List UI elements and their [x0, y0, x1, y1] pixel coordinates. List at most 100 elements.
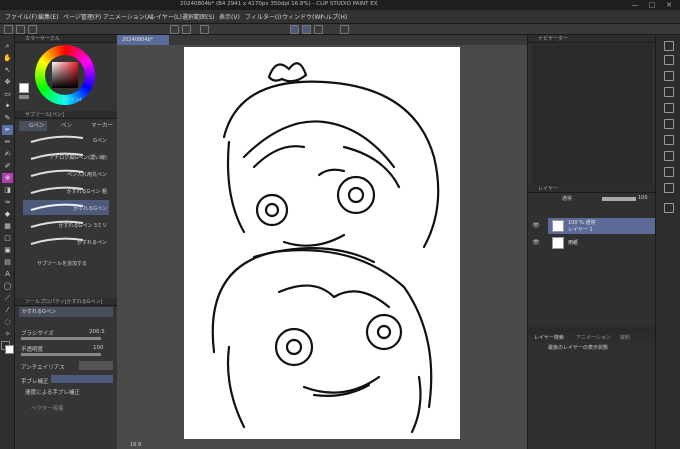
layer-row[interactable]: 用紙 — [548, 235, 656, 251]
brush-item-selected[interactable]: かすれるGペン — [23, 200, 109, 215]
snap-grid-icon[interactable] — [302, 25, 311, 34]
selection-tool-icon[interactable]: ▭ — [2, 89, 13, 99]
drawing-canvas[interactable] — [184, 47, 460, 439]
antialias-selector[interactable] — [79, 361, 113, 370]
snap-ruler-icon[interactable] — [290, 25, 299, 34]
opacity-value[interactable]: 100 — [93, 345, 104, 351]
main-color-indicator[interactable] — [19, 83, 29, 93]
minimize-button[interactable]: — — [628, 0, 642, 10]
tab-material[interactable]: 資料 — [620, 334, 630, 341]
pen-tool-icon[interactable]: ✒ — [2, 125, 13, 135]
panel-icon[interactable] — [664, 71, 674, 81]
eye-icon[interactable]: 👁 — [531, 221, 541, 231]
layer-row[interactable]: 100 % 通常 レイヤー 1 — [548, 218, 656, 234]
line-correct-tool-icon[interactable]: ⟋ — [2, 293, 13, 303]
document-tab[interactable]: 20240804b* — [117, 35, 169, 45]
menu-page[interactable]: ページ管理(P) — [63, 12, 101, 21]
eraser-tool-icon[interactable]: ◨ — [2, 185, 13, 195]
airbrush-tool-icon[interactable]: ✐ — [2, 161, 13, 171]
blend-mode-select[interactable]: 通常 — [562, 195, 572, 202]
settings-icon[interactable] — [340, 25, 349, 34]
snap-special-icon[interactable] — [314, 25, 323, 34]
panel-icon[interactable] — [664, 119, 674, 129]
menu-animation[interactable]: アニメーション(A) — [103, 12, 154, 21]
panel-icon[interactable] — [664, 41, 674, 51]
brush-tool-icon[interactable]: ✍ — [2, 149, 13, 159]
clear-icon[interactable] — [200, 25, 209, 34]
magic-wand-tool-icon[interactable]: ✧ — [2, 329, 13, 339]
brush-size-slider[interactable] — [21, 337, 101, 340]
lasso-tool-icon[interactable]: ◌ — [2, 317, 13, 327]
eye-icon[interactable]: 👁 — [531, 238, 541, 248]
new-file-icon[interactable] — [4, 25, 13, 34]
panel-icon[interactable] — [664, 135, 674, 145]
tab-pen[interactable]: ペン — [51, 121, 79, 131]
figure-tool-icon[interactable]: □ — [2, 233, 13, 243]
menu-selection[interactable]: 選択範囲(S) — [182, 12, 215, 21]
panel-icon[interactable] — [664, 183, 674, 193]
menu-filter[interactable]: フィルター(I) — [245, 12, 281, 21]
decoration-tool-icon[interactable]: ❀ — [2, 173, 13, 183]
menu-help[interactable]: ヘルプ(H) — [320, 12, 347, 21]
redo-icon[interactable] — [182, 25, 191, 34]
saturation-value-square[interactable] — [52, 62, 78, 88]
maximize-button[interactable]: □ — [645, 0, 659, 10]
layer-search-filter[interactable]: 最後のレイヤーの表示状態 — [548, 344, 608, 351]
brush-item[interactable]: かすれるペン — [23, 234, 109, 249]
undo-icon[interactable] — [170, 25, 179, 34]
brush-item[interactable]: アナログ風Gペン(濃い線) — [23, 149, 109, 164]
menu-layer[interactable]: レイヤー(L) — [150, 12, 182, 21]
pencil-tool-icon[interactable]: ✏ — [2, 137, 13, 147]
save-icon[interactable] — [28, 25, 37, 34]
panel-icon[interactable] — [664, 151, 674, 161]
menu-file[interactable]: ファイル(F) — [5, 12, 37, 21]
sub-color-swatch[interactable] — [5, 345, 14, 354]
add-subtool-button[interactable]: サブツールを追加する — [37, 260, 87, 267]
tab-animation[interactable]: アニメーション — [576, 334, 611, 341]
hand-tool-icon[interactable]: ✋ — [2, 53, 13, 63]
tab-layer-search[interactable]: レイヤー検索 — [534, 334, 564, 341]
menu-edit[interactable]: 編集(E) — [38, 12, 58, 21]
panel-icon[interactable] — [664, 55, 674, 65]
tab-g-pen[interactable]: Gペン — [19, 121, 47, 131]
gradient-tool-icon[interactable]: ▦ — [2, 221, 13, 231]
move-layer-tool-icon[interactable]: ✥ — [2, 77, 13, 87]
document-tab-strip — [169, 35, 527, 45]
frame-tool-icon[interactable]: ▣ — [2, 245, 13, 255]
menu-view[interactable]: 表示(V) — [219, 12, 240, 21]
open-file-icon[interactable] — [16, 25, 25, 34]
zoom-tool-icon[interactable]: ⌕ — [2, 41, 13, 51]
operation-tool-icon[interactable]: ↖ — [2, 65, 13, 75]
menu-window[interactable]: ウィンドウ(W) — [282, 12, 323, 21]
transparent-color-indicator[interactable] — [19, 95, 29, 99]
layer-opacity-value[interactable]: 100 — [638, 195, 648, 201]
zoom-readout[interactable]: 16.9 — [130, 442, 141, 448]
opacity-slider[interactable] — [21, 353, 101, 356]
balloon-tool-icon[interactable]: ◯ — [2, 281, 13, 291]
brush-item[interactable]: ペン入れ用丸ペン — [23, 166, 109, 181]
speed-stabilization-checkbox[interactable]: 速度による手ブレ補正 — [25, 388, 80, 396]
auto-select-tool-icon[interactable]: ✦ — [2, 101, 13, 111]
brush-item[interactable]: かすれるGペン 粗 — [23, 183, 109, 198]
close-button[interactable]: ✕ — [662, 0, 676, 10]
panel-icon[interactable] — [664, 87, 674, 97]
brush-size-value[interactable]: 200.5 — [89, 329, 105, 335]
panel-icon[interactable] — [664, 203, 674, 213]
navigator-view[interactable] — [532, 45, 652, 185]
navigator-header: ナビゲーター — [528, 35, 656, 43]
text-tool-icon[interactable]: A — [2, 269, 13, 279]
ruler-tool-icon[interactable]: ▤ — [2, 257, 13, 267]
brush-item[interactable]: かすれるGペン 3ミリ — [23, 217, 109, 232]
layer-thumbnail — [552, 220, 564, 232]
correct-tool-icon[interactable]: ⁄ — [2, 305, 13, 315]
panel-icon[interactable] — [664, 103, 674, 113]
brush-item[interactable]: Gペン — [23, 132, 109, 147]
fill-tool-icon[interactable]: ◆ — [2, 209, 13, 219]
layer-opacity-slider[interactable] — [602, 197, 636, 201]
stabilization-slider[interactable] — [51, 375, 113, 383]
eyedropper-tool-icon[interactable]: ✎ — [2, 113, 13, 123]
panel-icon[interactable] — [664, 167, 674, 177]
color-wheel[interactable] — [35, 45, 95, 105]
blend-tool-icon[interactable]: ≈ — [2, 197, 13, 207]
tab-marker[interactable]: マーカー — [81, 121, 115, 131]
